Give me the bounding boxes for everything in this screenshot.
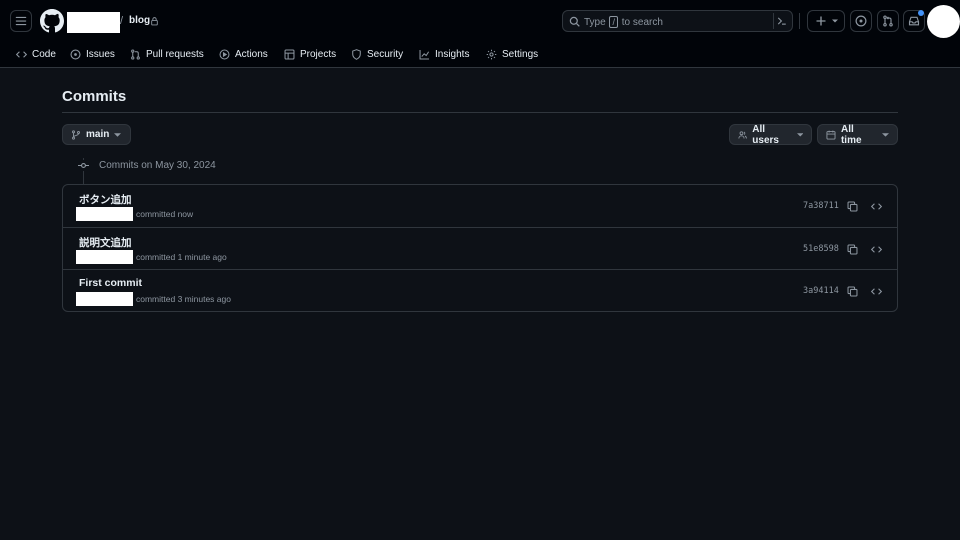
commit-message-link[interactable]: 説明文追加 [79,235,132,250]
tab-issues[interactable]: Issues [70,45,115,63]
breadcrumb-separator: / [120,15,124,27]
commit-sha-link[interactable]: 51e8598 [803,244,839,254]
users-filter-button[interactable]: All users [729,123,812,146]
tab-security[interactable]: Security [351,45,403,63]
commit-sha-link[interactable]: 7a38711 [803,201,839,211]
commit-message-link[interactable]: ボタン追加 [79,192,132,207]
github-logo-icon[interactable] [40,9,64,33]
people-icon [738,130,747,139]
search-input[interactable]: Type / to search [562,10,793,32]
chevron-down-icon [796,133,803,137]
commit-list: ボタン追加 committed now 7a38711 説明文追加 commit… [62,184,898,312]
search-icon [569,16,580,27]
lock-icon [151,17,158,26]
hamburger-icon [15,16,27,26]
copy-icon [847,201,857,211]
issue-opened-icon [855,15,867,27]
tab-projects[interactable]: Projects [284,45,336,63]
author-name-redacted[interactable] [76,250,133,264]
copy-icon [847,244,857,254]
graph-icon [419,49,430,59]
commit-sha-link[interactable]: 3a94114 [803,286,839,296]
git-commit-icon [78,160,89,171]
inbox-icon [908,16,920,26]
plus-icon [816,16,825,26]
chevron-down-icon [831,19,838,23]
branch-selector-button[interactable]: main [62,124,131,145]
browse-repo-button[interactable] [869,284,883,298]
browse-repo-button[interactable] [869,242,883,256]
copy-sha-button[interactable] [845,284,859,298]
commit-row: First commit committed 3 minutes ago 3a9… [63,269,897,311]
tab-label: Insights [435,48,470,60]
author-name-redacted[interactable] [76,292,133,306]
title-divider [62,112,898,113]
git-branch-icon [72,129,80,140]
tab-label: Code [32,48,56,60]
table-icon [284,49,295,59]
tab-insights[interactable]: Insights [419,45,469,63]
hamburger-menu-button[interactable] [10,10,32,32]
code-icon [16,50,27,58]
search-shortcut-key: / [609,16,618,28]
tab-code[interactable]: Code [16,45,56,63]
tab-actions[interactable]: Actions [219,45,268,63]
code-icon [870,202,882,210]
create-new-button[interactable] [807,10,845,32]
calendar-icon [826,130,836,140]
code-icon [870,287,882,295]
user-avatar[interactable] [927,5,960,38]
commit-meta: committed 3 minutes ago [136,294,231,304]
copy-icon [847,286,857,296]
gear-icon [486,49,497,59]
command-palette-button[interactable] [773,13,789,29]
repo-name-link[interactable]: blog [129,15,150,26]
notification-indicator [918,10,924,16]
author-name-redacted[interactable] [76,207,133,221]
repo-nav-tabs: Code Issues Pull requests Actions Projec… [0,42,960,68]
header-divider [799,13,800,29]
time-filter-button[interactable]: All time [817,123,898,146]
commit-date-heading: Commits on May 30, 2024 [99,160,216,171]
issue-opened-icon [70,48,81,60]
play-icon [219,49,230,59]
tab-label: Pull requests [146,48,204,60]
copy-sha-button[interactable] [845,199,859,213]
tab-label: Issues [86,48,115,60]
search-placeholder: Type / to search [584,16,663,28]
chevron-down-icon [882,133,889,137]
chevron-down-icon [114,133,122,137]
git-pull-request-icon [883,15,893,27]
commit-meta: committed 1 minute ago [136,252,227,262]
commit-meta: committed now [136,209,194,219]
tab-label: Security [367,48,404,60]
git-pull-request-icon [131,48,140,60]
page-title: Commits [62,88,127,105]
browse-repo-button[interactable] [869,199,883,213]
users-filter-label: All users [752,123,779,146]
branch-name: main [86,129,110,140]
commit-row: ボタン追加 committed now 7a38711 [63,185,897,227]
your-pull-requests-button[interactable] [877,10,899,32]
commit-message-link[interactable]: First commit [79,277,142,289]
commit-row: 説明文追加 committed 1 minute ago 51e8598 [63,227,897,269]
tab-label: Settings [502,48,539,60]
shield-icon [352,48,361,60]
top-bar: / blog Type / to search [0,0,960,42]
tab-label: Projects [300,48,337,60]
tab-pull-requests[interactable]: Pull requests [130,45,204,63]
your-issues-button[interactable] [850,10,872,32]
app-header: / blog Type / to search Code Issues Pull… [0,0,960,68]
code-icon [870,245,882,253]
time-filter-label: All time [840,123,862,146]
terminal-icon [777,17,786,25]
tab-settings[interactable]: Settings [486,45,538,63]
copy-sha-button[interactable] [845,242,859,256]
owner-name-redacted[interactable] [67,12,120,33]
tab-label: Actions [235,48,268,60]
